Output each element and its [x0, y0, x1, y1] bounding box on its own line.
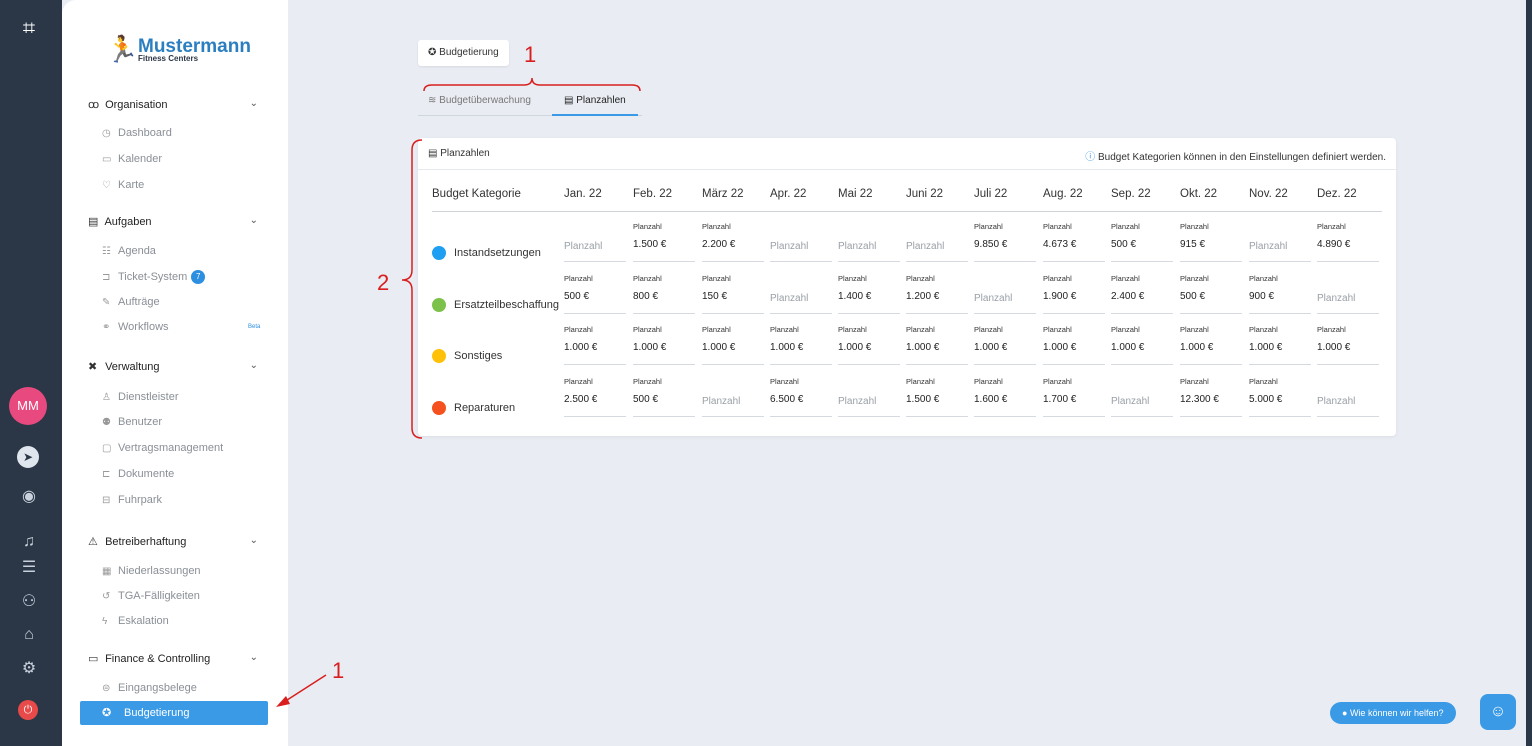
annotation-1-tabs: 1	[524, 42, 537, 67]
help-button[interactable]: ● Wie können wir helfen?	[1330, 702, 1456, 724]
annotation-overlay	[276, 77, 641, 707]
right-edge-bar	[1526, 0, 1532, 746]
arrow-head	[276, 696, 290, 707]
annotation-1-sidebar: 1	[332, 658, 345, 683]
annotation-arrow	[283, 674, 327, 703]
help-button-label: Wie können wir helfen?	[1349, 708, 1444, 718]
brace-tabs	[423, 77, 641, 92]
brace-table	[401, 139, 423, 439]
chat-icon[interactable]: ☺	[1480, 694, 1516, 730]
annotation-2-table: 2	[377, 270, 390, 295]
dot-icon: ●	[1342, 708, 1350, 718]
